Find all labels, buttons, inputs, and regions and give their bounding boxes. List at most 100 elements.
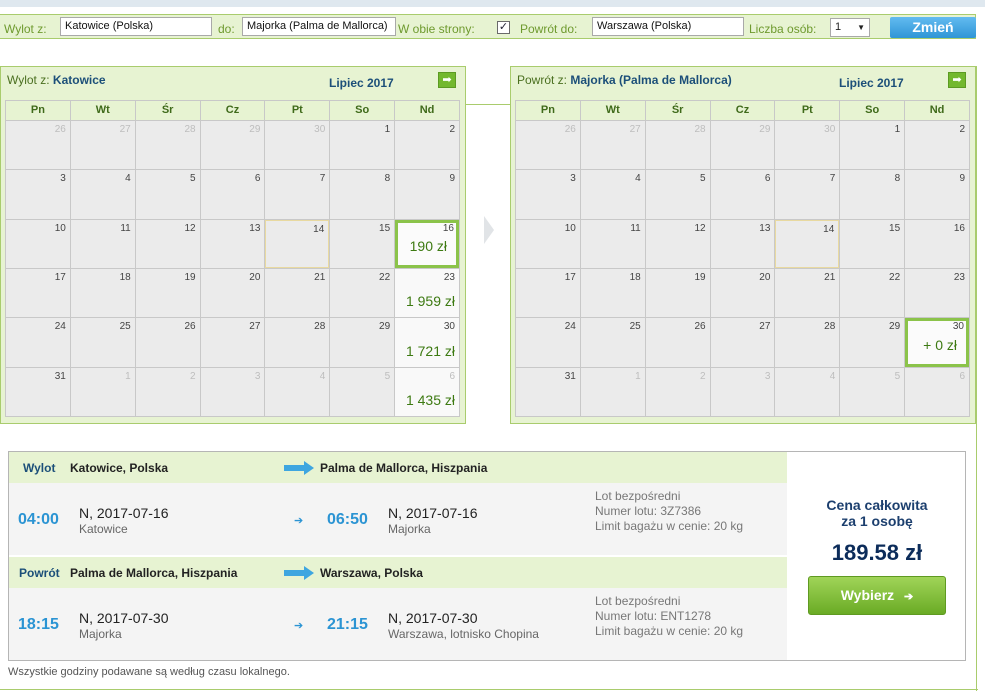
- day-number: 20: [759, 271, 771, 283]
- day-number: 18: [629, 271, 641, 283]
- return-to: Warszawa, Polska: [320, 566, 423, 580]
- day-number: 27: [629, 124, 641, 135]
- footnote: Wszystkie godziny podawane są według cza…: [8, 666, 290, 678]
- price-title-line-1: Cena całkowita: [826, 497, 928, 513]
- day-number: 24: [564, 321, 576, 333]
- outbound-direct-flight: Lot bezpośredni: [595, 489, 681, 503]
- arrow-right-icon: [284, 461, 314, 475]
- return-next-month-button[interactable]: ➡: [948, 72, 966, 88]
- day-number: 28: [184, 124, 196, 135]
- calendar-day: 1: [840, 121, 905, 170]
- arrow-right-icon: ➡: [442, 74, 452, 86]
- calendar-day: 12: [645, 219, 710, 268]
- calendar-day: 7: [775, 170, 840, 219]
- day-number: 15: [379, 222, 391, 234]
- calendar-day-priced[interactable]: 30 1 721 zł: [395, 318, 459, 367]
- return-flight-number: Numer lotu: ENT1278: [595, 609, 712, 623]
- choose-button[interactable]: Wybierz ➔: [808, 576, 946, 615]
- day-number: 26: [694, 321, 706, 333]
- calendar-day-priced[interactable]: 16 190 zł: [395, 219, 459, 268]
- return-arrival-place: Warszawa, lotnisko Chopina: [388, 627, 539, 641]
- flight-summary: Wylot Katowice, Polska Palma de Mallorca…: [8, 451, 966, 661]
- calendar-day: 11: [580, 219, 645, 268]
- day-number: 28: [694, 124, 706, 135]
- calendar-day: 22: [330, 268, 395, 318]
- calendar-day: 18: [70, 268, 135, 318]
- calendar-day: 27: [70, 121, 135, 170]
- day-number: 28: [314, 321, 326, 333]
- day-number: 14: [823, 223, 835, 235]
- calendar-day-priced[interactable]: 6 1 435 zł: [395, 367, 459, 416]
- outbound-departure-date: N, 2017-07-16: [79, 505, 169, 521]
- calendar-day-priced[interactable]: 30 + 0 zł: [905, 318, 969, 367]
- weekday-header: So: [840, 101, 905, 120]
- arrow-right-icon: ➔: [294, 620, 304, 632]
- weekday-header: Cz: [710, 101, 775, 120]
- day-number: 3: [764, 370, 771, 382]
- arrow-right-icon: ➔: [294, 515, 304, 527]
- from-field[interactable]: Katowice (Polska): [60, 17, 212, 36]
- day-number: 3: [570, 173, 576, 185]
- return-label: Powrót: [19, 566, 60, 580]
- to-field[interactable]: Majorka (Palma de Mallorca): [242, 17, 396, 36]
- return-departure-time: 18:15: [18, 616, 59, 633]
- outbound-title-prefix: Wylot z:: [7, 73, 50, 87]
- day-number: 4: [635, 173, 641, 185]
- calendar-day: 2: [645, 367, 710, 416]
- round-trip-checkbox[interactable]: ✓: [497, 21, 510, 34]
- calendar-day: 17: [516, 268, 580, 318]
- outbound-calendar-grid: Pn Wt Śr Cz Pt So Nd 26 27 28 29 30 1 2 3 4 5 6 7 8 9 10 11 12 1…: [5, 100, 460, 417]
- outbound-calendar-header: Wylot z: Katowice Lipiec 2017 ➡: [1, 67, 465, 97]
- day-number: 14: [313, 223, 325, 235]
- day-number: 10: [564, 222, 576, 234]
- calendar-day: 6: [905, 367, 969, 416]
- calendar-day: 25: [580, 318, 645, 367]
- persons-label: Liczba osób:: [749, 22, 817, 36]
- calendar-day: 5: [135, 170, 200, 219]
- day-number: 17: [564, 271, 576, 283]
- return-month: Lipiec 2017: [839, 76, 904, 90]
- top-strip: [0, 0, 985, 7]
- return-from: Palma de Mallorca, Hiszpania: [70, 566, 238, 580]
- calendar-day: 4: [775, 367, 840, 416]
- day-number: 8: [894, 173, 901, 185]
- day-number: 7: [319, 173, 326, 185]
- calendar-day: 13: [200, 219, 265, 268]
- day-number: 4: [319, 370, 326, 382]
- return-departure-place: Majorka: [79, 627, 122, 641]
- outbound-calendar: Wylot z: Katowice Lipiec 2017 ➡ Pn Wt Śr Cz…: [0, 66, 466, 424]
- day-number: 2: [190, 370, 196, 382]
- outbound-next-month-button[interactable]: ➡: [438, 72, 456, 88]
- change-button[interactable]: Zmień: [890, 17, 976, 38]
- outbound-departure-time: 04:00: [18, 511, 59, 528]
- return-baggage-limit: Limit bagażu w cenie: 20 kg: [595, 624, 744, 638]
- calendar-day: 26: [645, 318, 710, 367]
- right-border: [976, 66, 977, 691]
- calendar-day: 5: [645, 170, 710, 219]
- day-number: 9: [959, 173, 965, 185]
- day-number: 1: [894, 124, 901, 135]
- price-box: Cena całkowita za 1 osobę 189.58 zł Wybi…: [789, 452, 965, 660]
- calendar-day: 5: [840, 367, 905, 416]
- calendar-day: 27: [200, 318, 265, 367]
- day-price: 190 zł: [409, 237, 447, 254]
- calendar-day: 11: [70, 219, 135, 268]
- return-field[interactable]: Warszawa (Polska): [592, 17, 744, 36]
- calendar-day: 2: [135, 367, 200, 416]
- calendar-day: 25: [70, 318, 135, 367]
- chevron-right-icon: [484, 216, 494, 244]
- panel-connector-line: [465, 104, 511, 105]
- price-title: Cena całkowita za 1 osobę: [789, 497, 965, 529]
- bottom-border: [0, 689, 978, 690]
- persons-select[interactable]: 1 ▼: [830, 18, 870, 37]
- calendar-day-priced[interactable]: 23 1 959 zł: [395, 268, 459, 318]
- calendar-day: 27: [710, 318, 775, 367]
- calendar-day: 1: [330, 121, 395, 170]
- calendar-day: 10: [6, 219, 70, 268]
- day-number: 5: [190, 173, 196, 185]
- day-number: 25: [629, 321, 641, 333]
- calendar-day: 27: [580, 121, 645, 170]
- search-bar: Wylot z: Katowice (Polska) do: Majorka (…: [0, 14, 976, 39]
- outbound-flight-row: 04:00 N, 2017-07-16 Katowice ➔ 06:50 N, …: [9, 483, 787, 555]
- return-title-prefix: Powrót z:: [517, 73, 568, 87]
